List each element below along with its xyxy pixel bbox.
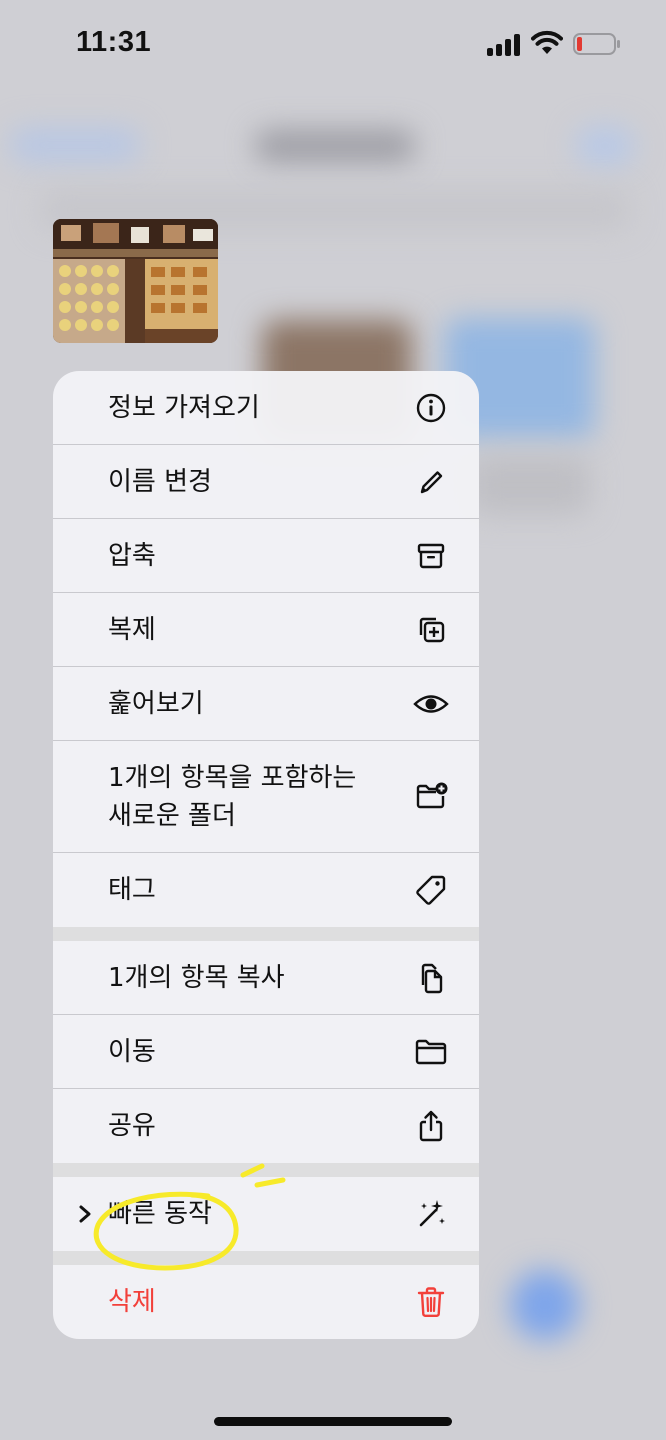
folder-plus-icon	[413, 779, 449, 815]
menu-item-label: 압축	[108, 540, 156, 571]
menu-item-quick-look[interactable]: 훑어보기	[53, 667, 479, 741]
pencil-icon	[413, 464, 449, 500]
menu-item-label: 이동	[108, 1036, 156, 1067]
file-preview-thumbnail	[53, 219, 218, 343]
menu-item-copy[interactable]: 1개의 항목 복사	[53, 941, 479, 1015]
context-menu: 정보 가져오기 이름 변경 압축 복제 훑어보기 1개의 항목을 포함하는 새로…	[53, 371, 479, 1339]
menu-item-delete[interactable]: 삭제	[53, 1265, 479, 1339]
blurred-more-button	[575, 126, 635, 166]
copy-docs-icon	[413, 960, 449, 996]
cellular-signal-icon	[487, 34, 523, 56]
folder-icon	[413, 1034, 449, 1070]
trash-icon	[413, 1284, 449, 1320]
menu-item-quick-actions[interactable]: 빠른 동작	[53, 1177, 479, 1251]
blurred-title	[255, 130, 415, 162]
menu-item-label: 빠른 동작	[108, 1199, 212, 1229]
status-time: 11:31	[76, 26, 152, 58]
menu-item-compress[interactable]: 압축	[53, 519, 479, 593]
menu-item-get-info[interactable]: 정보 가져오기	[53, 371, 479, 445]
menu-item-share[interactable]: 공유	[53, 1089, 479, 1163]
menu-item-label: 태그	[108, 875, 156, 905]
menu-item-new-folder-with-item[interactable]: 1개의 항목을 포함하는 새로운 폴더	[53, 741, 479, 853]
chevron-right-icon	[77, 1177, 93, 1251]
menu-item-label: 1개의 항목 복사	[108, 962, 285, 993]
tag-icon	[413, 872, 449, 908]
home-indicator[interactable]	[214, 1417, 452, 1426]
duplicate-icon	[413, 612, 449, 648]
menu-item-label: 정보 가져오기	[108, 392, 260, 423]
menu-item-rename[interactable]: 이름 변경	[53, 445, 479, 519]
share-icon	[413, 1108, 449, 1144]
menu-section-separator	[53, 927, 479, 941]
menu-item-duplicate[interactable]: 복제	[53, 593, 479, 667]
eye-icon	[413, 686, 449, 722]
menu-item-move[interactable]: 이동	[53, 1015, 479, 1089]
blurred-file-label	[470, 455, 590, 515]
info-icon	[413, 390, 449, 426]
menu-item-label: 1개의 항목을 포함하는 새로운 폴더	[108, 762, 357, 831]
menu-item-label: 삭제	[108, 1287, 156, 1317]
menu-section-separator	[53, 1251, 479, 1265]
battery-icon	[573, 33, 620, 55]
archive-icon	[413, 538, 449, 574]
menu-item-label: 공유	[108, 1111, 156, 1141]
menu-item-tags[interactable]: 태그	[53, 853, 479, 927]
sparkles-icon	[413, 1196, 449, 1232]
blurred-floating-button	[510, 1270, 580, 1340]
menu-section-separator	[53, 1163, 479, 1177]
status-bar: 11:31	[0, 0, 666, 90]
menu-item-label: 복제	[108, 614, 156, 645]
wifi-icon	[531, 30, 563, 54]
menu-item-label: 훑어보기	[108, 688, 204, 719]
blurred-back-button	[10, 128, 140, 162]
menu-item-label: 이름 변경	[108, 466, 212, 497]
